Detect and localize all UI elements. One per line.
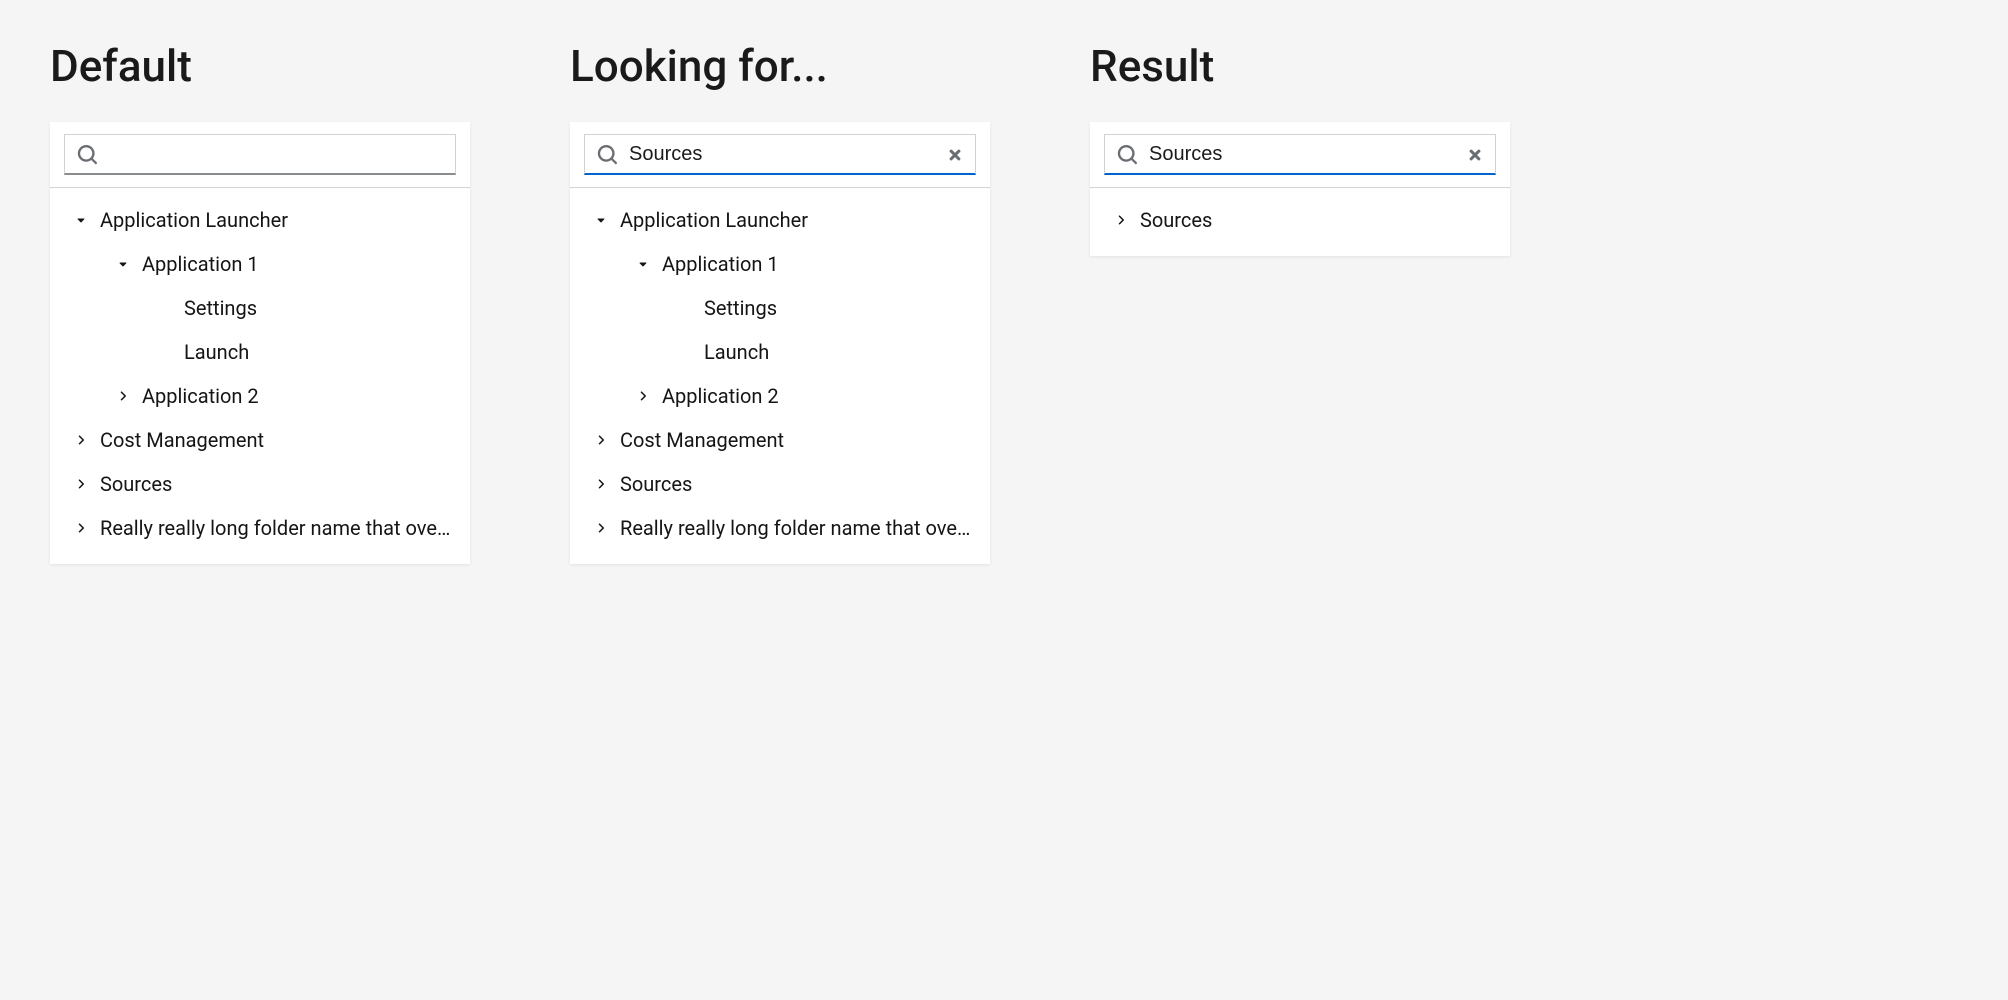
tree-node[interactable]: Application 2 xyxy=(570,374,990,418)
tree-node-label: Settings xyxy=(704,296,777,320)
caret-spacer xyxy=(158,301,172,315)
chevron-right-icon[interactable] xyxy=(74,433,88,447)
state-column: Result Sources xyxy=(1090,40,1510,256)
search-wrapper xyxy=(570,122,990,175)
search-box[interactable] xyxy=(1104,134,1496,175)
tree-node-label: Cost Management xyxy=(620,428,784,452)
tree-node[interactable]: Sources xyxy=(570,462,990,506)
tree-node-label: Launch xyxy=(184,340,249,364)
clear-icon[interactable] xyxy=(947,147,963,163)
tree-node[interactable]: Launch xyxy=(50,330,470,374)
search-icon xyxy=(77,145,97,165)
search-icon xyxy=(597,145,617,165)
chevron-right-icon[interactable] xyxy=(594,433,608,447)
tree-list: Sources xyxy=(1090,188,1510,256)
search-box[interactable] xyxy=(64,134,456,175)
clear-icon[interactable] xyxy=(1467,147,1483,163)
tree-node-label: Sources xyxy=(620,472,692,496)
search-icon xyxy=(1117,145,1137,165)
chevron-down-icon[interactable] xyxy=(74,213,88,227)
column-title: Result xyxy=(1090,40,1510,92)
tree-node[interactable]: Launch xyxy=(570,330,990,374)
caret-spacer xyxy=(678,301,692,315)
chevron-right-icon[interactable] xyxy=(594,477,608,491)
tree-node[interactable]: Settings xyxy=(50,286,470,330)
tree-node-label: Application 1 xyxy=(662,252,779,276)
column-title: Default xyxy=(50,40,470,92)
tree-node-label: Really really long folder name that over… xyxy=(620,516,976,540)
chevron-down-icon[interactable] xyxy=(116,257,130,271)
tree-node[interactable]: Application Launcher xyxy=(50,198,470,242)
search-box[interactable] xyxy=(584,134,976,175)
state-column: Looking for...Application LauncherApplic… xyxy=(570,40,990,564)
chevron-right-icon[interactable] xyxy=(116,389,130,403)
tree-node[interactable]: Cost Management xyxy=(570,418,990,462)
tree-node[interactable]: Sources xyxy=(50,462,470,506)
search-input[interactable] xyxy=(629,143,935,166)
tree-node[interactable]: Application Launcher xyxy=(570,198,990,242)
chevron-right-icon[interactable] xyxy=(636,389,650,403)
tree-node-label: Launch xyxy=(704,340,769,364)
tree-node-label: Sources xyxy=(100,472,172,496)
chevron-right-icon[interactable] xyxy=(1114,213,1128,227)
chevron-right-icon[interactable] xyxy=(74,477,88,491)
tree-node-label: Application 2 xyxy=(142,384,259,408)
tree-node[interactable]: Sources xyxy=(1090,198,1510,242)
caret-spacer xyxy=(678,345,692,359)
tree-node[interactable]: Application 1 xyxy=(570,242,990,286)
tree-panel: Sources xyxy=(1090,122,1510,256)
tree-panel: Application Launcher Application 1 Setting… xyxy=(50,122,470,564)
search-input[interactable] xyxy=(1149,143,1455,166)
tree-node-label: Application 2 xyxy=(662,384,779,408)
tree-node[interactable]: Application 2 xyxy=(50,374,470,418)
chevron-down-icon[interactable] xyxy=(594,213,608,227)
tree-node-label: Really really long folder name that over… xyxy=(100,516,456,540)
search-wrapper xyxy=(1090,122,1510,175)
tree-node-label: Application 1 xyxy=(142,252,259,276)
tree-node-label: Sources xyxy=(1140,208,1212,232)
chevron-right-icon[interactable] xyxy=(594,521,608,535)
tree-node[interactable]: Settings xyxy=(570,286,990,330)
tree-list: Application Launcher Application 1 Setting… xyxy=(570,188,990,564)
tree-node-label: Cost Management xyxy=(100,428,264,452)
state-column: Default Application Launcher Application 1… xyxy=(50,40,470,564)
chevron-down-icon[interactable] xyxy=(636,257,650,271)
tree-node[interactable]: Really really long folder name that over… xyxy=(50,506,470,550)
tree-panel: Application Launcher Application 1 Setting… xyxy=(570,122,990,564)
tree-node[interactable]: Really really long folder name that over… xyxy=(570,506,990,550)
tree-node-label: Application Launcher xyxy=(620,208,808,232)
column-title: Looking for... xyxy=(570,40,990,92)
tree-list: Application Launcher Application 1 Setting… xyxy=(50,188,470,564)
caret-spacer xyxy=(158,345,172,359)
chevron-right-icon[interactable] xyxy=(74,521,88,535)
search-input[interactable] xyxy=(109,143,443,166)
tree-node[interactable]: Application 1 xyxy=(50,242,470,286)
tree-node-label: Settings xyxy=(184,296,257,320)
search-wrapper xyxy=(50,122,470,175)
tree-node[interactable]: Cost Management xyxy=(50,418,470,462)
tree-node-label: Application Launcher xyxy=(100,208,288,232)
